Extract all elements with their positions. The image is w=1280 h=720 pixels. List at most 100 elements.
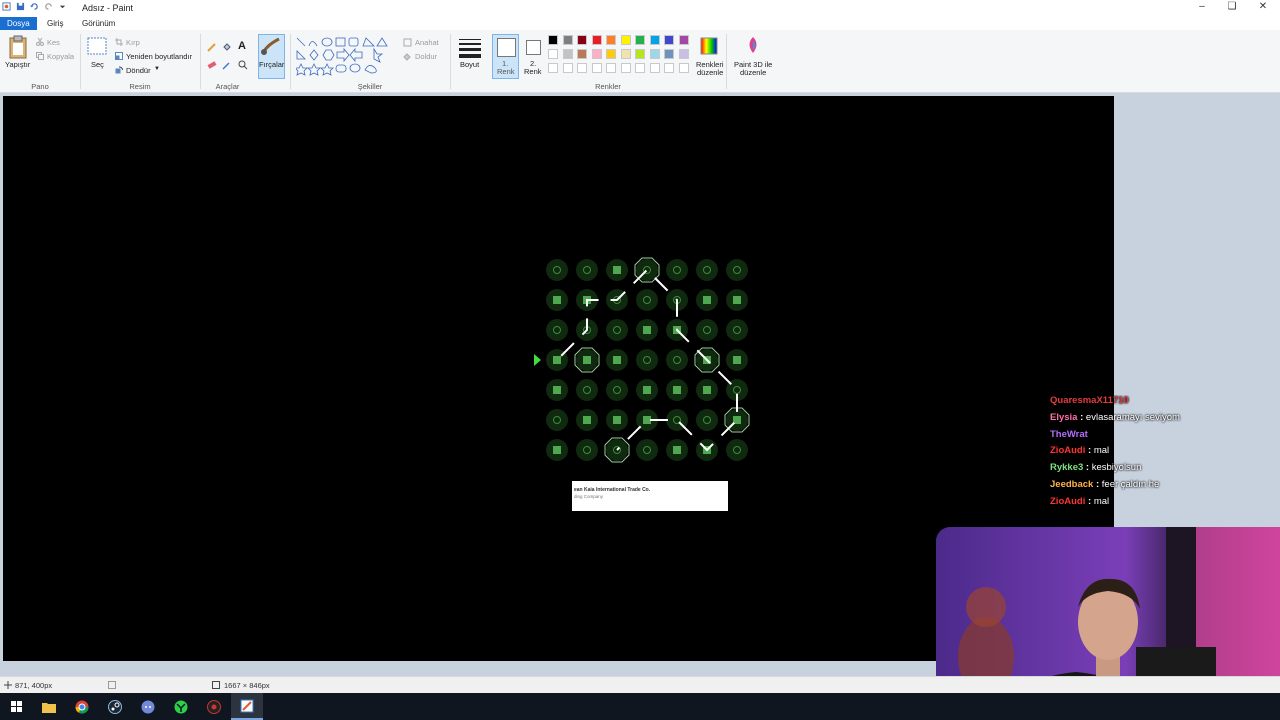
color-picker-icon[interactable] [222,60,232,70]
palette-color-swatch[interactable] [577,49,587,59]
taskbar-chrome[interactable] [66,693,98,720]
grid-cell [726,319,748,341]
windows-taskbar [0,693,1280,720]
outline-dropdown[interactable]: Anahat [415,38,439,47]
restore-icon[interactable]: ❏ [1222,1,1242,12]
palette-color-swatch[interactable] [548,49,558,59]
palette-empty-swatch[interactable] [649,63,660,73]
image-group-label: Resim [129,82,151,91]
palette-color-swatch[interactable] [591,35,602,45]
outline-icon[interactable] [403,38,412,47]
palette-empty-swatch[interactable] [620,63,631,73]
copy-button[interactable]: Kopyala [47,52,74,61]
select-button[interactable]: Seç [91,60,104,69]
grid-node-square [643,416,651,424]
palette-color-swatch[interactable] [562,49,573,59]
chat-text: kesbiyolsun [1091,462,1142,474]
redo-icon[interactable] [44,2,53,11]
palette-empty-swatch[interactable] [606,63,616,73]
undo-icon[interactable] [30,2,39,11]
rotate-icon[interactable] [115,66,123,74]
crop-icon[interactable] [115,38,123,46]
grid-node-square [613,356,621,364]
fill-bucket-icon[interactable] [222,42,232,52]
text-tool-icon[interactable]: A [238,40,246,52]
palette-color-swatch[interactable] [620,35,631,45]
cut-button[interactable]: Kes [47,38,60,47]
palette-color-swatch[interactable] [635,35,645,45]
palette-color-swatch[interactable] [649,49,660,59]
tab-home[interactable]: Giriş [40,17,70,30]
taskbar-discord[interactable] [132,693,164,720]
close-icon[interactable]: ✕ [1253,1,1273,12]
chat-username: ZioAudi [1050,445,1086,457]
grid-node-square [553,296,561,304]
palette-color-swatch[interactable] [577,35,587,45]
palette-color-swatch[interactable] [678,35,689,45]
taskbar-app-green[interactable] [165,693,197,720]
chat-message: Rykke3 : kesbiyolsun [1050,462,1280,479]
shapes-gallery[interactable] [296,37,396,77]
copy-icon[interactable] [36,52,44,60]
size-button[interactable]: Boyut [460,60,479,69]
line-size-icon[interactable] [459,38,481,58]
chat-message: Elysia : evlasaramayı seviyom [1050,412,1280,429]
palette-color-swatch[interactable] [649,35,660,45]
cut-icon[interactable] [36,38,44,46]
palette-color-swatch[interactable] [591,49,602,59]
palette-color-swatch[interactable] [606,49,616,59]
customize-toolbar-icon[interactable] [58,2,67,11]
chat-text: mal [1093,495,1110,507]
crop-button[interactable]: Kırp [126,38,140,47]
edit-colors-button-line2: düzenle [697,68,724,77]
fill-dropdown[interactable]: Doldur [415,52,437,61]
tab-view[interactable]: Görünüm [75,17,122,30]
image-size: 1667 × 846px [224,681,270,690]
minimize-icon[interactable]: – [1192,1,1212,12]
start-button[interactable] [0,693,32,720]
palette-color-swatch[interactable] [562,35,573,45]
tab-file[interactable]: Dosya [0,17,37,30]
eraser-icon[interactable] [207,60,217,70]
resize-icon[interactable] [115,52,123,60]
chat-username: Rykke3 [1050,462,1084,474]
ribbon-tabs: Dosya Giriş Görünüm [0,16,1280,30]
palette-empty-swatch[interactable] [548,63,558,73]
taskbar-file-explorer[interactable] [33,693,65,720]
color2-swatch[interactable] [526,40,541,55]
edit-colors-icon[interactable] [700,37,718,55]
paint3d-icon[interactable] [745,36,761,56]
taskbar-steam[interactable] [99,693,131,720]
magnifier-icon[interactable] [238,60,248,70]
brush-icon [261,37,280,55]
palette-empty-swatch[interactable] [562,63,573,73]
rotate-dropdown-icon[interactable]: ▼ [154,66,160,72]
palette-empty-swatch[interactable] [577,63,587,73]
grid-cell [546,319,568,341]
fill-icon[interactable] [403,52,412,61]
grid-cell [546,259,568,281]
palette-color-swatch[interactable] [548,35,558,45]
palette-color-swatch[interactable] [635,49,645,59]
snippet-line2: ding Company [574,494,604,499]
paste-icon[interactable] [8,35,28,59]
resize-button[interactable]: Yeniden boyutlandır [126,52,192,61]
pencil-icon[interactable] [207,42,217,52]
palette-empty-swatch[interactable] [678,63,689,73]
taskbar-obs[interactable] [198,693,230,720]
snippet-line1: ean Kaia International Trade Co. [574,487,651,493]
save-icon[interactable] [16,2,25,11]
palette-color-swatch[interactable] [620,49,631,59]
rotate-button[interactable]: Döndür [126,66,151,75]
select-icon[interactable] [87,37,107,55]
palette-color-swatch[interactable] [664,35,674,45]
palette-empty-swatch[interactable] [635,63,645,73]
palette-empty-swatch[interactable] [591,63,602,73]
palette-empty-swatch[interactable] [664,63,674,73]
palette-color-swatch[interactable] [664,49,674,59]
paste-button[interactable]: Yapıştır [5,60,30,69]
taskbar-paint[interactable] [231,693,263,720]
palette-color-swatch[interactable] [678,49,689,59]
brushes-button[interactable] [258,34,285,79]
palette-color-swatch[interactable] [606,35,616,45]
